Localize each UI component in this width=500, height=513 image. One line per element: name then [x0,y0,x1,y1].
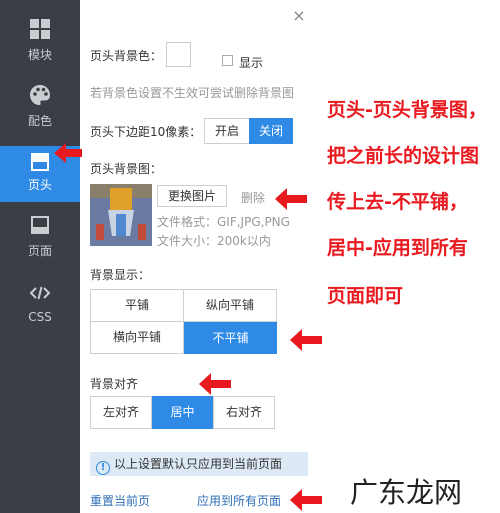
sidebar-item-page[interactable]: 页面 [0,214,80,272]
display-horizontal-tile-button[interactable]: 横向平铺 [90,321,184,354]
red-arrow-icon [275,188,307,210]
show-label: 显示 [239,56,264,70]
annotation-line: 居中-应用到所有 [327,237,468,259]
grid-icon [30,19,50,39]
annotation-line: 页面即可 [327,285,404,307]
settings-panel [80,0,320,513]
palette-icon [30,85,50,105]
display-tile-button[interactable]: 平铺 [90,289,184,322]
sidebar-item-label: 配色 [27,114,52,128]
bg-image-label: 页头背景图： [90,162,163,176]
display-no-tile-button[interactable]: 不平铺 [184,322,277,354]
display-label: 背景显示： [90,268,151,282]
file-format: 文件格式：GIF,JPG,PNG [157,215,290,229]
align-right-button[interactable]: 右对齐 [213,396,275,429]
sidebar: 模块 配色 页头 页面 CSS [0,0,80,513]
close-icon[interactable]: × [290,7,308,25]
align-center-button[interactable]: 居中 [152,396,213,429]
bg-tip: 若背景色设置不生效可尝试删除背景图 [90,86,295,100]
bg-image-thumbnail [90,184,152,246]
delete-image-button[interactable]: 删除 [241,189,265,206]
info-text: 以上设置默认只应用到当前页面 [114,457,283,471]
info-icon: ! [96,461,110,475]
sidebar-item-label: CSS [28,310,52,324]
margin-label: 页头下边距10像素： [90,125,202,139]
sidebar-item-color[interactable]: 配色 [0,84,80,142]
file-size: 文件大小：200k以内 [157,234,271,248]
align-label: 背景对齐 [90,377,139,391]
annotation-line: 传上去-不平铺， [327,191,468,213]
replace-image-button[interactable]: 更换图片 [157,185,227,207]
bg-color-label: 页头背景色： [90,49,163,63]
sidebar-item-label: 页面 [27,244,52,258]
red-arrow-icon [199,373,231,395]
sidebar-item-label: 模块 [27,48,52,62]
annotation-line: 页头-页头背景图， [327,99,487,121]
show-checkbox[interactable] [222,55,233,66]
margin-off-button[interactable]: 关闭 [249,118,293,144]
watermark: 广东龙网 [350,476,463,509]
sidebar-item-label: 页头 [27,178,52,192]
display-vertical-tile-button[interactable]: 纵向平铺 [183,289,277,322]
margin-on-button[interactable]: 开启 [204,118,250,144]
annotation-line: 把之前长的设计图 [327,145,480,167]
header-icon [31,153,49,171]
page-icon [31,216,49,234]
info-bar: ! 以上设置默认只应用到当前页面 [90,452,308,476]
red-arrow-icon [290,329,322,351]
red-arrow-icon [54,143,82,163]
sidebar-item-css[interactable]: CSS [0,282,80,340]
sidebar-item-module[interactable]: 模块 [0,18,80,76]
bg-color-swatch[interactable] [166,42,191,67]
red-arrow-icon [290,489,322,511]
code-icon [29,286,51,300]
thumbnail-image [90,184,152,246]
align-left-button[interactable]: 左对齐 [90,396,152,429]
apply-all-pages-link[interactable]: 应用到所有页面 [197,492,281,509]
reset-page-link[interactable]: 重置当前页 [90,492,150,509]
